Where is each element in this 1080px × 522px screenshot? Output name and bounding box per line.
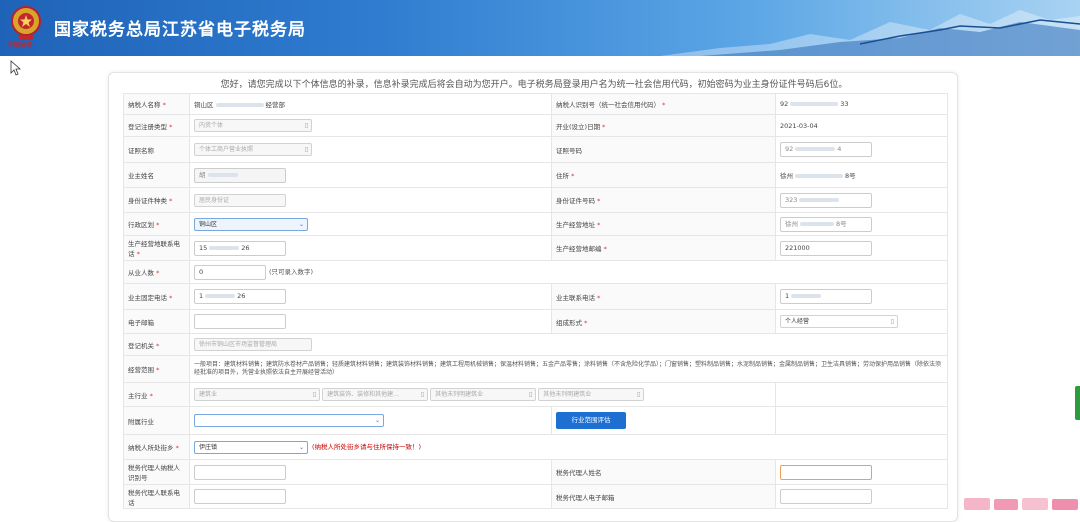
biz-scope-label: 经营范围 * (123, 355, 190, 383)
form-row: 从业人数 * 0 (只可录入数字) (123, 260, 948, 284)
reg-authority-field: 徐州市铜山区市场监督管理局 (194, 338, 312, 351)
form-row: 生产经营地联系电话 * 15 26 生产经营地邮编 * 221000 (123, 235, 948, 261)
chevron-down-icon: ▯ (312, 391, 316, 398)
open-date-label: 开业(设立)日期 * (551, 114, 776, 137)
form-row: 登记机关 * 徐州市铜山区市场监督管理局 (123, 333, 948, 356)
email-field[interactable] (194, 314, 286, 329)
reg-authority-label: 登记机关 * (123, 333, 190, 356)
agent-name-label: 税务代理人姓名 (551, 459, 776, 485)
open-date-value: 2021-03-04 (775, 114, 948, 137)
biz-postcode-field[interactable]: 221000 (780, 240, 872, 256)
owner-phone-field[interactable]: 1 26 (194, 289, 286, 304)
info-supplement-panel: 您好，请您完成以下个体信息的补录，信息补录完成后将会自动为您开户。电子税务局登录… (108, 72, 958, 522)
agent-phone-label: 税务代理人联系电话 (123, 484, 190, 509)
tax-id-label: 纳税人识别号（统一社会信用代码） * (551, 93, 776, 115)
chevron-down-icon: ▯ (420, 391, 425, 398)
owner-name-field[interactable]: 胡 (194, 167, 286, 183)
org-form-select[interactable]: 个人经营 ▯ (780, 315, 898, 328)
form-row: 税务代理人联系电话 税务代理人电子邮箱 (123, 484, 948, 509)
mouse-pointer-icon (10, 60, 22, 76)
address-value: 徐州 8号 (775, 162, 948, 188)
cert-name-label: 证照名称 (123, 136, 190, 163)
agent-tax-id-field[interactable] (194, 464, 286, 480)
chevron-down-icon: ▯ (890, 318, 894, 325)
form-row: 证照名称 个体工商户营业执照 ▯ 证照号码 92 4 (123, 136, 948, 163)
emblem-caption: 中国税务 (8, 42, 33, 49)
side-float-tab[interactable] (1075, 386, 1080, 420)
reg-type-label: 登记注册类型 * (123, 114, 190, 137)
notice-text: 您好，请您完成以下个体信息的补录，信息补录完成后将会自动为您开户。电子税务局登录… (220, 80, 848, 90)
chevron-down-icon: ⌄ (298, 443, 304, 451)
biz-postcode-label: 生产经营地邮编 * (551, 235, 776, 261)
form-row: 纳税人所处街乡 * 伊庄镇 ⌄ (纳税人所处街乡请与住所保持一致！) (123, 434, 948, 460)
cert-no-label: 证照号码 (551, 136, 776, 163)
id-type-label: 身份证件种类 * (123, 187, 190, 213)
industry-level2-select[interactable]: 建筑装饰、装修和其他建... ▯ (322, 388, 429, 401)
site-title: 国家税务总局江苏省电子税务局 (54, 20, 306, 40)
agent-tax-id-label: 税务代理人纳税人识别号 (123, 459, 190, 485)
id-type-select[interactable]: 居民身份证 (194, 193, 286, 207)
street-label: 纳税人所处街乡 * (123, 434, 190, 460)
biz-scope-value: 一般项目：建筑材料销售；建筑防水卷材产品销售；轻质建筑材料销售；建筑装饰材料销售… (189, 355, 948, 383)
chevron-down-icon: ⌄ (298, 220, 304, 228)
industry-level4-select[interactable]: 其他未列明建筑业 ▯ (538, 388, 645, 401)
form-row: 行政区划 * 铜山区 ⌄ 生产经营地址 * 徐州 8号 (123, 212, 948, 236)
reg-type-select[interactable]: 内资个体 ▯ (194, 119, 312, 132)
form-row: 附属行业 ⌄ 行业范围评估 (123, 406, 948, 435)
id-no-label: 身份证件号码 * (551, 187, 776, 213)
biz-address-label: 生产经营地址 * (551, 212, 776, 236)
site-header: 中国税务 国家税务总局江苏省电子税务局 (0, 0, 1080, 56)
form-row: 电子邮箱 组成形式 * 个人经营 ▯ (123, 309, 948, 334)
address-label: 住所 * (551, 162, 776, 188)
industry-level1-select[interactable]: 建筑业 ▯ (194, 388, 320, 401)
scope-eval-button[interactable]: 行业范围评估 (556, 412, 626, 429)
district-select[interactable]: 铜山区 ⌄ (194, 217, 308, 231)
employees-label: 从业人数 * (123, 260, 190, 284)
employees-hint: (只可录入数字) (269, 268, 314, 276)
chevron-down-icon: ▯ (304, 146, 308, 153)
biz-phone-field[interactable]: 15 26 (194, 240, 286, 256)
great-wall-banner-graphic (660, 10, 1080, 56)
taxpayer-info-form: 纳税人名称 * 铜山区 经营部 纳税人识别号（统一社会信用代码） * 92 33 登… (123, 93, 948, 509)
sub-industry-select[interactable]: ⌄ (194, 414, 384, 427)
agent-email-field[interactable] (780, 489, 872, 504)
district-label: 行政区划 * (123, 212, 190, 236)
form-row: 税务代理人纳税人识别号 税务代理人姓名 (123, 459, 948, 485)
street-warning: (纳税人所处街乡请与住所保持一致！) (312, 443, 422, 451)
employees-field[interactable]: 0 (194, 264, 266, 280)
biz-address-field[interactable]: 徐州 8号 (780, 216, 872, 232)
main-industry-label: 主行业 * (123, 382, 190, 407)
chevron-down-icon: ▯ (304, 122, 308, 129)
chevron-down-icon: ⌄ (374, 417, 380, 424)
owner-phone-label: 业主固定电话 * (123, 283, 190, 310)
agent-email-label: 税务代理人电子邮箱 (551, 484, 776, 509)
taxpayer-name-label: 纳税人名称 * (123, 93, 190, 115)
sub-industry-label: 附属行业 (123, 406, 190, 435)
id-no-field[interactable]: 323 (780, 192, 872, 208)
form-row: 主行业 * 建筑业 ▯ 建筑装饰、装修和其他建... ▯ 其他未列明建筑业 ▯ 其他未… (123, 382, 948, 407)
form-row: 业主固定电话 * 1 26 业主联系电话 * 1 (123, 283, 948, 310)
taxpayer-name-value: 铜山区 经营部 (189, 93, 552, 115)
form-row: 登记注册类型 * 内资个体 ▯ 开业(设立)日期 * 2021-03-04 (123, 114, 948, 137)
chevron-down-icon: ▯ (636, 391, 641, 398)
agent-name-field[interactable] (780, 464, 872, 480)
cert-no-field[interactable]: 92 4 (780, 142, 872, 157)
form-row: 纳税人名称 * 铜山区 经营部 纳税人识别号（统一社会信用代码） * 92 33 (123, 93, 948, 115)
owner-mobile-label: 业主联系电话 * (551, 283, 776, 310)
email-label: 电子邮箱 (123, 309, 190, 334)
owner-name-label: 业主姓名 (123, 162, 190, 188)
industry-level3-select[interactable]: 其他未列明建筑业 ▯ (430, 388, 537, 401)
chevron-down-icon: ▯ (528, 391, 533, 398)
street-select[interactable]: 伊庄镇 ⌄ (194, 440, 308, 454)
owner-mobile-field[interactable]: 1 (780, 289, 872, 304)
form-row: 身份证件种类 * 居民身份证 身份证件号码 * 323 (123, 187, 948, 213)
org-form-label: 组成形式 * (551, 309, 776, 334)
agent-phone-field[interactable] (194, 489, 286, 504)
form-row: 业主姓名 胡 住所 * 徐州 8号 (123, 162, 948, 188)
form-row: 经营范围 * 一般项目：建筑材料销售；建筑防水卷材产品销售；轻质建筑材料销售；建… (123, 355, 948, 383)
biz-phone-label: 生产经营地联系电话 * (123, 235, 190, 261)
corner-sticker-graphic (964, 498, 1078, 510)
tax-id-value: 92 33 (775, 93, 948, 115)
cert-name-select[interactable]: 个体工商户营业执照 ▯ (194, 143, 312, 156)
